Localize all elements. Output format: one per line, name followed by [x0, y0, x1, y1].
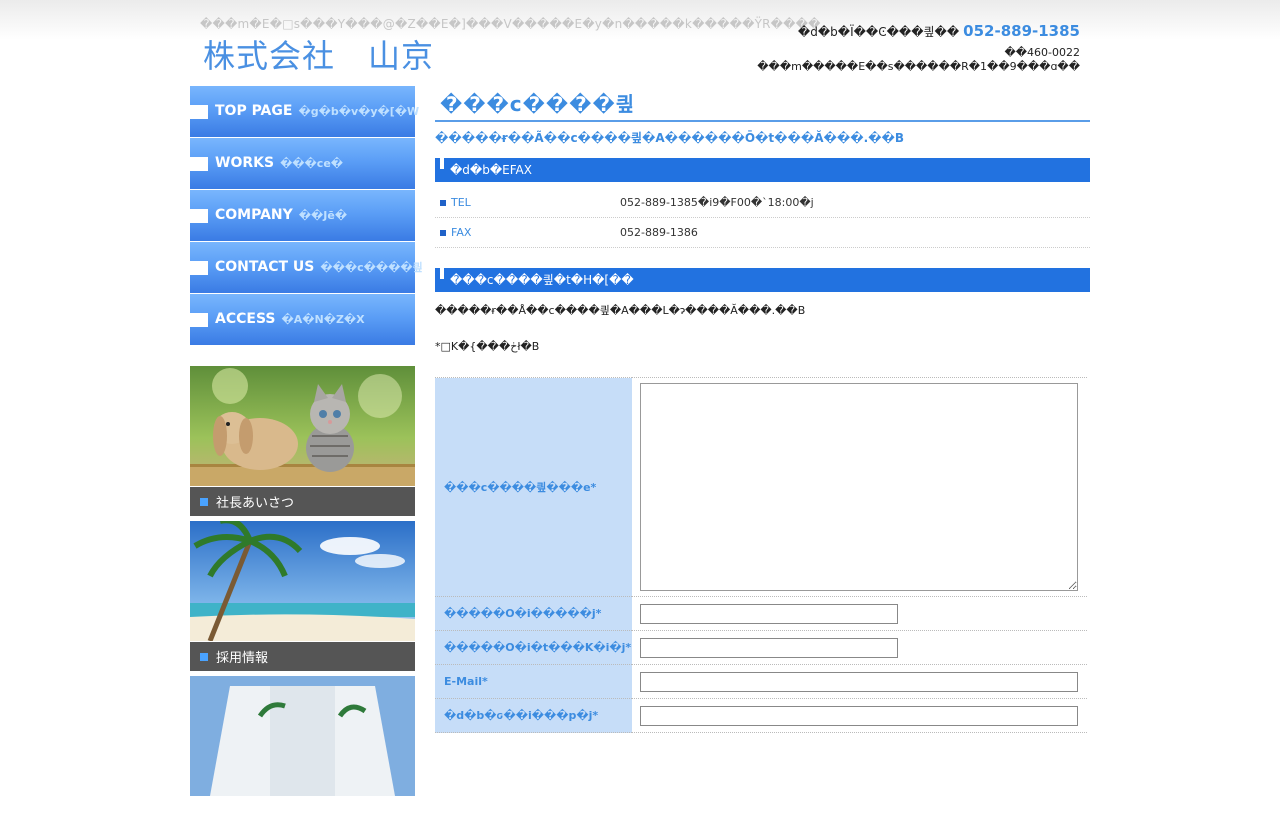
nav-access[interactable]: ACCESS �A�N�Z�X [190, 294, 415, 345]
nav-sublabel: ���c����킢 [320, 261, 423, 274]
beach-palm-photo [190, 521, 415, 641]
nav-top-page[interactable]: TOP PAGE �g�b�v�y�[�W [190, 86, 419, 137]
square-bullet-icon [200, 652, 208, 661]
address: ���m�����E��s������R�1��9���ɑ�� [757, 60, 1080, 73]
phone-fax-heading: �d�b�EFAX [435, 158, 1090, 182]
contact-form: ���c����킢���e* �����O�i�����j* �����O�i�… [435, 377, 1087, 733]
nav-sublabel: ��Jē� [298, 209, 348, 222]
header-contact: �d�b�Ϊ��Ͼ���킢�� 052-889-1385 ��460-0022 �… [757, 22, 1080, 73]
field-label-message: ���c����킢���e* [435, 377, 633, 597]
main-content: ���c����킢 �����ɍ��Ã��c����킢�A������Ō�t��… [435, 86, 1090, 733]
banner-recruit[interactable]: 採用情報 [190, 521, 415, 671]
nav-contact-us[interactable]: CONTACT US ���c����킢 [190, 242, 423, 293]
nav-marker-icon [190, 157, 208, 171]
square-bullet-icon [440, 199, 446, 206]
page-title: ���c����킢 [435, 86, 1090, 122]
name-input[interactable] [640, 603, 899, 624]
sidebar: TOP PAGE �g�b�v�y�[�W WORKS ���ce� COMPANY… [190, 86, 423, 826]
message-textarea[interactable] [640, 383, 1079, 591]
company-logo[interactable]: 株式会社 山京 [203, 31, 434, 77]
form-row: ���c����킢���e* [435, 377, 1087, 597]
fax-row: FAX 052-889-1386 [435, 218, 1090, 248]
contact-form-heading: ���c����킢�t�H�[�� [435, 268, 1090, 292]
nav-marker-icon [190, 209, 208, 223]
nav-marker-icon [190, 261, 208, 275]
rabbit-and-kitten-photo [190, 366, 415, 486]
nav-sublabel: �g�b�v�y�[�W [298, 105, 420, 118]
nav-label: CONTACT US [215, 259, 315, 275]
required-note: *□K�{���ڂł�B [435, 340, 540, 353]
nav-marker-icon [190, 105, 208, 119]
nav-label: TOP PAGE [215, 103, 293, 119]
nav-sublabel: ���ce� [280, 157, 344, 170]
form-row: �����O�i�����j* [435, 596, 1087, 631]
field-label-furigana: �����O�i�t���K�i�j* [435, 630, 633, 665]
form-row: �d�b�ԍ��i���p�j* [435, 698, 1087, 733]
banner-greeting[interactable]: 社長あいさつ [190, 366, 415, 516]
form-row: �����O�i�t���K�i�j* [435, 630, 1087, 665]
tel-line: �d�b�Ϊ��Ͼ���킢�� 052-889-1385 [757, 22, 1080, 40]
nav-works[interactable]: WORKS ���ce� [190, 138, 415, 189]
banner-caption-text: 社長あいさつ [216, 496, 295, 511]
form-notice: �����ɍ��Å��c����킢�A���L�ɂ����Ă���.��B [435, 304, 806, 317]
tel-row-value: 052-889-1385�i9�F00�`18:00�j [620, 196, 814, 209]
fax-row-label: FAX [451, 226, 472, 239]
tel-label: �d�b�Ϊ��Ͼ���킢�� [797, 25, 960, 39]
field-label-phone: �d�b�ԍ��i���p�j* [435, 698, 633, 733]
fax-row-value: 052-889-1386 [620, 226, 698, 239]
form-row: E-Mail* [435, 664, 1087, 699]
nav-marker-icon [190, 313, 208, 327]
nav-label: ACCESS [215, 311, 276, 327]
square-bullet-icon [440, 229, 446, 236]
square-bullet-icon [200, 497, 208, 506]
building-photo [190, 676, 415, 796]
banner-caption-text: 採用情報 [216, 651, 269, 666]
banner-caption: 社長あいさつ [190, 487, 415, 516]
furigana-input[interactable] [640, 637, 899, 658]
nav-label: COMPANY [215, 207, 293, 223]
field-label-name: �����O�i�����j* [435, 596, 633, 631]
phone-input[interactable] [640, 705, 1079, 726]
banner-caption: 採用情報 [190, 642, 415, 671]
lead-text: �����ɍ��Ã��c����킢�A������Ō�t���Ă���.��B [435, 131, 904, 145]
tel-row-label: TEL [451, 196, 471, 209]
nav-company[interactable]: COMPANY ��Jē� [190, 190, 415, 241]
header-tagline: ���m�E�□s���Y���@�Z��E�]���V�����E�y�n��… [200, 17, 821, 31]
email-input[interactable] [640, 671, 1079, 692]
postal-code: ��460-0022 [1004, 46, 1080, 59]
nav-label: WORKS [215, 155, 275, 171]
field-label-email: E-Mail* [435, 664, 633, 699]
nav-sublabel: �A�N�Z�X [281, 313, 365, 326]
tel-row: TEL 052-889-1385�i9�F00�`18:00�j [435, 188, 1090, 218]
tel-number: 052-889-1385 [963, 22, 1080, 40]
banner-building[interactable] [190, 676, 415, 826]
